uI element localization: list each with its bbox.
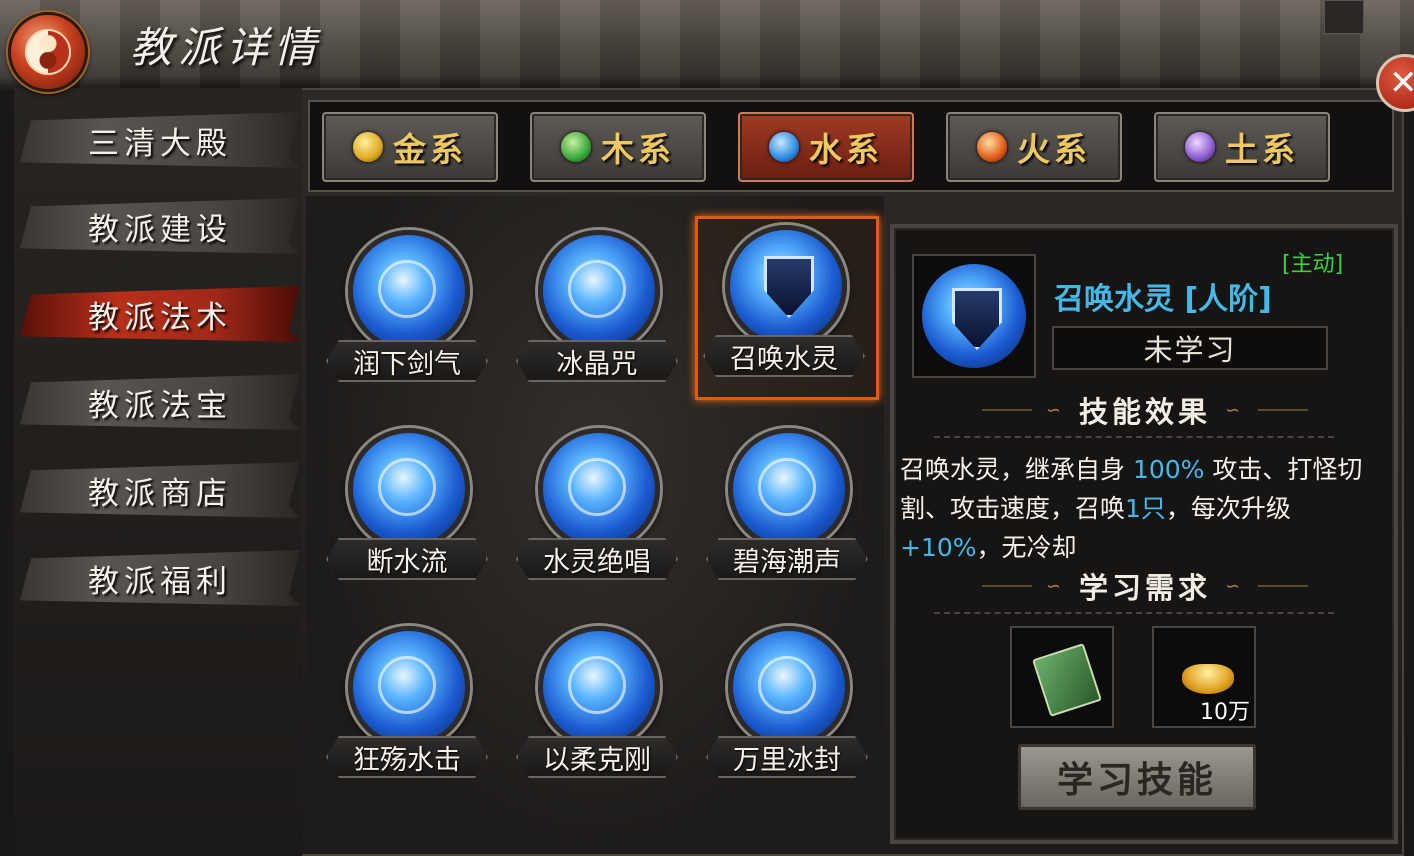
skill-item[interactable]: 水灵绝唱 bbox=[508, 420, 688, 590]
skill-kuangshang-shuiji-icon bbox=[348, 626, 470, 748]
skill-item[interactable]: 狂殇水击 bbox=[318, 618, 498, 788]
close-icon: ✕ bbox=[1389, 63, 1414, 103]
sidebar-item-sect-shop[interactable]: 教派商店 bbox=[20, 462, 300, 518]
requirement-slot-gold[interactable]: 10万 bbox=[1152, 626, 1256, 728]
skill-bihai-chaosheng-icon bbox=[728, 428, 850, 550]
tab-wood[interactable]: 木系 bbox=[530, 112, 706, 182]
effect-section-title: ∽ 技能效果 ∽ bbox=[900, 392, 1390, 429]
sidebar-item-sanqing-hall[interactable]: 三清大殿 bbox=[20, 112, 300, 168]
skill-item[interactable]: 以柔克刚 bbox=[508, 618, 688, 788]
water-orb-icon bbox=[769, 132, 799, 162]
metal-orb-icon bbox=[353, 132, 383, 162]
skill-type-badge: [主动] bbox=[1282, 252, 1344, 277]
skill-description: 召唤水灵，继承自身 100% 攻击、打怪切割、攻击速度，召唤1只，每次升级+10… bbox=[900, 455, 1363, 562]
skill-name-title: 召唤水灵 [人阶] bbox=[1054, 282, 1272, 317]
earth-orb-icon bbox=[1185, 132, 1215, 162]
skill-duanshui-liu-icon bbox=[348, 428, 470, 550]
skill-item-selected[interactable]: 召唤水灵 bbox=[695, 216, 879, 400]
learn-skill-button[interactable]: 学习技能 bbox=[1018, 744, 1256, 810]
tab-fire[interactable]: 火系 bbox=[946, 112, 1122, 182]
skill-item[interactable]: 万里冰封 bbox=[698, 618, 878, 788]
sidebar-item-sect-spells[interactable]: 教派法术 bbox=[20, 286, 300, 342]
skill-wanli-bingfeng-icon bbox=[728, 626, 850, 748]
corner-button[interactable] bbox=[1324, 0, 1364, 34]
tab-metal[interactable]: 金系 bbox=[322, 112, 498, 182]
divider bbox=[934, 436, 1334, 438]
requirement-slot-book[interactable] bbox=[1010, 626, 1114, 728]
skill-item[interactable]: 碧海潮声 bbox=[698, 420, 878, 590]
fire-orb-icon bbox=[977, 132, 1007, 162]
sidebar-item-sect-construction[interactable]: 教派建设 bbox=[20, 198, 300, 254]
skill-item[interactable]: 冰晶咒 bbox=[508, 222, 688, 392]
sidebar: 三清大殿 教派建设 教派法术 教派法宝 教派商店 教派福利 bbox=[14, 88, 302, 856]
learn-status: 未学习 bbox=[1052, 326, 1328, 370]
wood-orb-icon bbox=[561, 132, 591, 162]
skill-item[interactable]: 断水流 bbox=[318, 420, 498, 590]
divider bbox=[934, 612, 1334, 614]
skill-yirou-kegang-icon bbox=[538, 626, 660, 748]
skill-zhaohuan-shuiling-icon bbox=[725, 225, 847, 347]
skill-item[interactable]: 润下剑气 bbox=[318, 222, 498, 392]
sidebar-item-sect-welfare[interactable]: 教派福利 bbox=[20, 550, 300, 606]
skill-book-icon bbox=[1032, 643, 1102, 717]
sidebar-item-sect-treasure[interactable]: 教派法宝 bbox=[20, 374, 300, 430]
tab-water[interactable]: 水系 bbox=[738, 112, 914, 182]
skill-bingjing-zhou-icon bbox=[538, 230, 660, 352]
gold-amount: 10万 bbox=[1200, 700, 1250, 725]
sect-emblem-icon bbox=[8, 12, 88, 92]
skill-runxia-jianqi-icon bbox=[348, 230, 470, 352]
skill-shuiling-juechang-icon bbox=[538, 428, 660, 550]
gold-ingot-icon bbox=[1182, 664, 1234, 694]
selected-skill-icon bbox=[912, 254, 1036, 378]
page-title: 教派详情 bbox=[130, 23, 323, 72]
requirement-section-title: ∽ 学习需求 ∽ bbox=[900, 568, 1390, 605]
tab-earth[interactable]: 土系 bbox=[1154, 112, 1330, 182]
